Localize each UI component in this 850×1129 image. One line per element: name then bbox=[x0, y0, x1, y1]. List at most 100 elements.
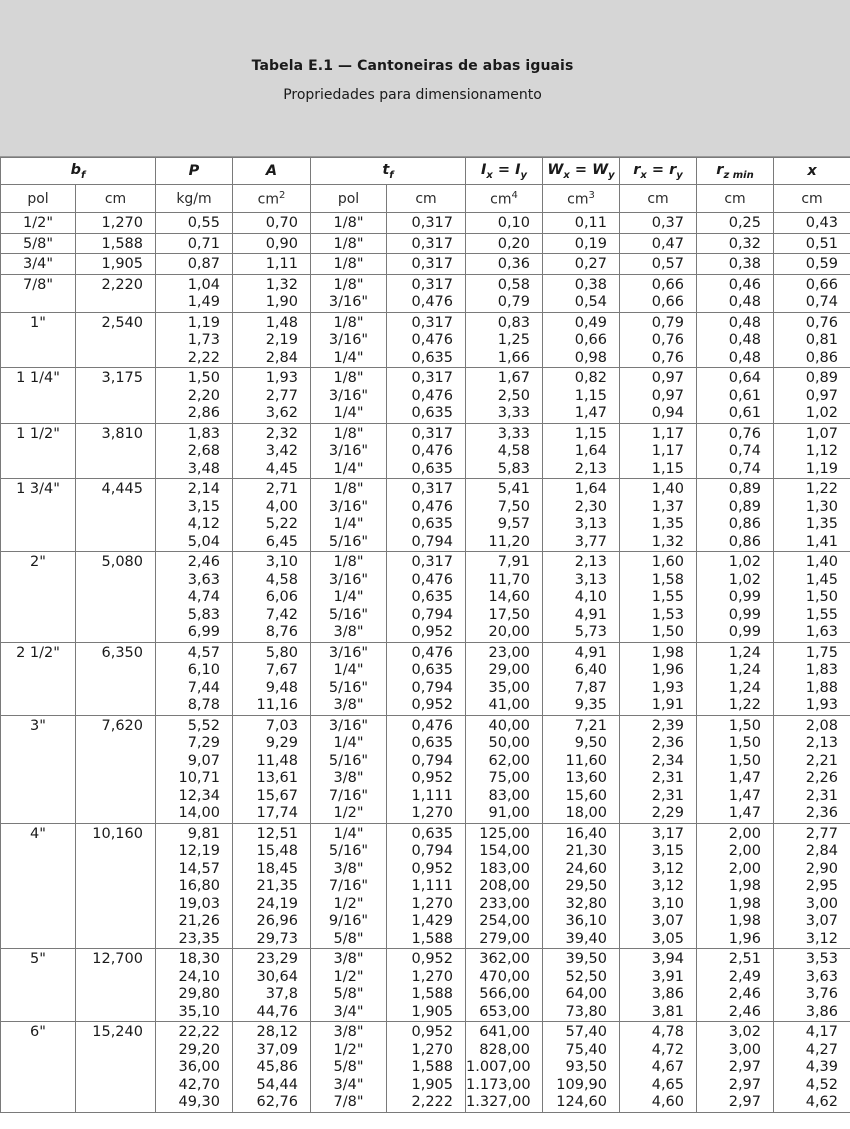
bf-pol-cell: 5/8" bbox=[0, 232, 76, 254]
bf-pol-cell: 2" bbox=[0, 551, 76, 643]
bf-pol-cell: 5" bbox=[0, 948, 76, 1022]
x-value: 1,07 bbox=[805, 425, 839, 442]
a-value: 24,19 bbox=[256, 895, 298, 912]
r-cell: 0,47 bbox=[619, 232, 698, 254]
x-cell: 1,07 1,12 1,19 bbox=[773, 422, 850, 479]
tf-cm-value: 0,476 bbox=[411, 294, 454, 310]
p-cell: 9,81 12,19 14,57 16,80 19,03 21,26 23,35 bbox=[155, 822, 233, 949]
i-value: 2,50 bbox=[497, 387, 531, 404]
a-value: 2,71 bbox=[265, 481, 298, 497]
a-value: 11,48 bbox=[256, 752, 298, 769]
rzmin-value: 0,99 bbox=[728, 624, 762, 640]
rzmin-value: 1,02 bbox=[728, 571, 762, 588]
rzmin-value: 2,46 bbox=[728, 1003, 762, 1020]
p-value: 2,86 bbox=[187, 405, 220, 421]
tf-pol-value: 1/4" bbox=[333, 405, 364, 421]
x-value: 2,26 bbox=[805, 770, 839, 786]
r-value: 0,66 bbox=[651, 294, 685, 310]
i-value: 125,00 bbox=[479, 825, 531, 842]
x-value: 0,81 bbox=[805, 332, 839, 348]
a-value: 12,51 bbox=[256, 825, 298, 842]
w-value: 3,13 bbox=[574, 571, 608, 588]
r-value: 1,58 bbox=[651, 571, 685, 588]
tf-pol-value: 1/2" bbox=[333, 805, 364, 821]
rzmin-value: 2,97 bbox=[728, 1094, 762, 1110]
rzmin-value: 1,50 bbox=[728, 752, 762, 769]
table-row: 1/2" 1,270 0,55 0,70 1/8" 0,317 0,10 0,11 0,37 0,… bbox=[0, 212, 850, 234]
r-value: 0,79 bbox=[651, 314, 685, 331]
p-value: 3,15 bbox=[187, 498, 220, 515]
p-value: 2,14 bbox=[187, 481, 220, 497]
a-value: 29,73 bbox=[256, 930, 298, 947]
p-value: 29,80 bbox=[178, 986, 220, 1002]
w-value: 21,30 bbox=[565, 843, 608, 859]
tf-cm-value: 0,476 bbox=[411, 644, 454, 661]
col-header-w: Wx = Wy bbox=[542, 157, 621, 185]
i-value: 1,66 bbox=[497, 349, 531, 366]
x-value: 1,19 bbox=[805, 460, 839, 477]
rzmin-value: 2,00 bbox=[728, 860, 762, 877]
tf-cm-cell: 0,317 0,476 0,635 bbox=[385, 367, 467, 424]
unit-bf-pol: pol bbox=[0, 184, 76, 213]
tf-pol-value: 1/4" bbox=[333, 825, 364, 842]
tf-cm-value: 0,952 bbox=[411, 1024, 454, 1040]
tf-pol-value: 1/2" bbox=[333, 895, 364, 912]
w-value: 0,11 bbox=[574, 215, 608, 231]
tf-pol-value: 1/8" bbox=[333, 554, 364, 570]
rzmin-value: 0,48 bbox=[728, 349, 762, 366]
table-row: 5" 12,700 18,30 24,10 29,80 35,10 23,29 30,64 37… bbox=[0, 948, 850, 1022]
tf-pol-cell: 3/8" 1/2" 5/8" 3/4" 7/8" bbox=[310, 1021, 387, 1113]
rzmin-value: 0,48 bbox=[728, 314, 762, 331]
rzmin-value: 0,86 bbox=[728, 516, 762, 532]
unit-tf-pol: pol bbox=[310, 184, 387, 213]
x-cell: 2,08 2,13 2,21 2,26 2,31 2,36 bbox=[773, 714, 850, 824]
a-cell: 12,51 15,48 18,45 21,35 24,19 26,96 29,73 bbox=[232, 822, 311, 949]
a-cell: 28,12 37,09 45,86 54,44 62,76 bbox=[232, 1021, 311, 1113]
rzmin-cell: 0,46 0,48 bbox=[696, 273, 775, 313]
x-value: 1,63 bbox=[805, 624, 839, 640]
a-cell: 0,90 bbox=[232, 232, 311, 254]
p-value: 24,10 bbox=[178, 968, 220, 985]
x-value: 2,84 bbox=[805, 843, 839, 859]
tf-cm-value: 0,476 bbox=[411, 443, 454, 459]
w-value: 75,40 bbox=[565, 1041, 608, 1058]
tf-pol-value: 3/4" bbox=[333, 1076, 364, 1093]
a-value: 3,42 bbox=[265, 443, 298, 459]
tf-pol-cell: 1/8" 3/16" 1/4" bbox=[310, 367, 387, 424]
a-value: 3,10 bbox=[265, 554, 298, 570]
x-value: 1,88 bbox=[805, 679, 839, 696]
x-cell: 0,89 0,97 1,02 bbox=[773, 367, 850, 424]
tf-pol-cell: 1/8" 3/16" 1/4" 5/16" bbox=[310, 478, 387, 552]
w-cell: 0,49 0,66 0,98 bbox=[542, 311, 621, 368]
r-value: 1,60 bbox=[651, 554, 685, 570]
tf-cm-cell: 0,635 0,794 0,952 1,111 1,270 1,429 1,588 bbox=[385, 822, 467, 949]
a-value: 4,00 bbox=[265, 498, 298, 515]
w-value: 36,10 bbox=[565, 913, 608, 929]
a-value: 15,48 bbox=[256, 843, 298, 859]
tf-cm-cell: 0,476 0,635 0,794 0,952 1,111 1,270 bbox=[385, 714, 467, 824]
rzmin-value: 2,00 bbox=[728, 843, 762, 859]
x-value: 0,89 bbox=[805, 370, 839, 386]
tf-cm-value: 0,476 bbox=[411, 387, 454, 404]
table-row: 6" 15,240 22,22 29,20 36,00 42,70 49,30 28,12 37… bbox=[0, 1021, 850, 1113]
table-title: Tabela E.1 — Cantoneiras de abas iguais bbox=[251, 58, 574, 74]
i-value: 254,00 bbox=[479, 913, 531, 929]
a-cell: 1,93 2,77 3,62 bbox=[232, 367, 311, 424]
w-value: 4,91 bbox=[574, 644, 608, 661]
tf-pol-value: 7/8" bbox=[333, 1094, 364, 1110]
w-cell: 39,50 52,50 64,00 73,80 bbox=[542, 948, 621, 1022]
x-value: 2,90 bbox=[805, 860, 839, 877]
w-value: 39,40 bbox=[565, 930, 608, 947]
r-value: 1,32 bbox=[651, 533, 685, 550]
rzmin-cell: 2,51 2,49 2,46 2,46 bbox=[696, 948, 775, 1022]
tf-pol-value: 1/8" bbox=[333, 425, 364, 442]
x-value: 1,55 bbox=[805, 606, 839, 623]
unit-r: cm bbox=[619, 184, 698, 213]
tf-cm-cell: 0,317 0,476 0,635 bbox=[385, 422, 467, 479]
tf-pol-cell: 1/4" 5/16" 3/8" 7/16" 1/2" 9/16" 5/8" bbox=[310, 822, 387, 949]
p-value: 1,50 bbox=[187, 370, 220, 386]
rzmin-value: 1,24 bbox=[728, 679, 762, 696]
tf-pol-value: 5/8" bbox=[333, 930, 364, 947]
i-value: 7,91 bbox=[497, 554, 531, 570]
a-value: 17,74 bbox=[256, 805, 298, 821]
